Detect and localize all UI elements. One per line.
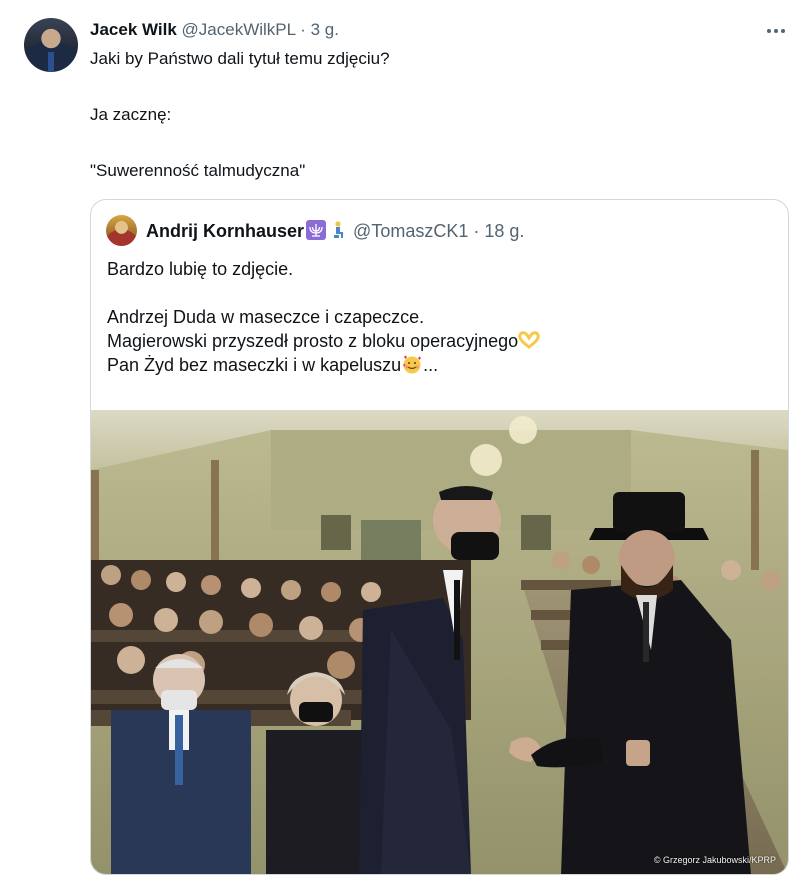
user-handle[interactable]: @JacekWilkPL	[182, 20, 296, 39]
avatar[interactable]	[24, 18, 78, 72]
quoted-text-line: Bardzo lubię to zdjęcie.	[107, 259, 294, 279]
quoted-text: Bardzo lubię to zdjęcie. Andrzej Duda w …	[107, 257, 767, 377]
quoted-text-line: Magierowski przyszedł prosto z bloku ope…	[107, 329, 767, 353]
quoted-tweet[interactable]: Andrij Kornhauser @TomaszCK1 · 18 g. Bar…	[90, 199, 789, 875]
quoted-timestamp: 18 g.	[484, 221, 525, 241]
tweet: Jacek Wilk @JacekWilkPL · 3 g. Jaki by P…	[0, 0, 812, 881]
heart-hands-emoji-icon	[518, 331, 540, 349]
kneeling-person-emoji-icon	[334, 221, 344, 238]
timestamp[interactable]: 3 g.	[311, 20, 339, 39]
display-name[interactable]: Jacek Wilk	[90, 20, 177, 39]
tweet-text-line: Ja zacznę:	[90, 105, 172, 124]
more-options-button[interactable]	[762, 20, 790, 42]
quoted-text-line: Andrzej Duda w maseczce i czapeczce.	[107, 307, 425, 327]
quoted-handle: @TomaszCK1	[353, 221, 469, 241]
smiling-face-with-hearts-emoji-icon	[403, 355, 422, 374]
quoted-display-name: Andrij Kornhauser	[146, 221, 305, 241]
tweet-text-line: Jaki by Państwo dali tytuł temu zdjęciu?	[90, 49, 390, 68]
separator: ·	[473, 221, 480, 241]
separator: ·	[300, 20, 306, 39]
tweet-text-line: "Suwerenność talmudyczna"	[90, 161, 306, 180]
quoted-text-line: Pan Żyd bez maseczki i w kapeluszu ...	[107, 355, 439, 375]
tweet-header: Jacek Wilk @JacekWilkPL · 3 g.	[90, 19, 339, 41]
ceremony-photo	[91, 410, 788, 874]
quoted-header: Andrij Kornhauser @TomaszCK1 · 18 g.	[146, 219, 524, 243]
more-horizontal-icon	[767, 29, 771, 33]
quoted-avatar[interactable]	[106, 215, 137, 246]
tweet-text: Jaki by Państwo dali tytuł temu zdjęciu?…	[90, 48, 780, 182]
menorah-emoji-icon	[306, 220, 327, 240]
photo-credit: © Grzegorz Jakubowski/KPRP	[653, 855, 776, 865]
quoted-photo[interactable]: © Grzegorz Jakubowski/KPRP	[91, 410, 788, 874]
